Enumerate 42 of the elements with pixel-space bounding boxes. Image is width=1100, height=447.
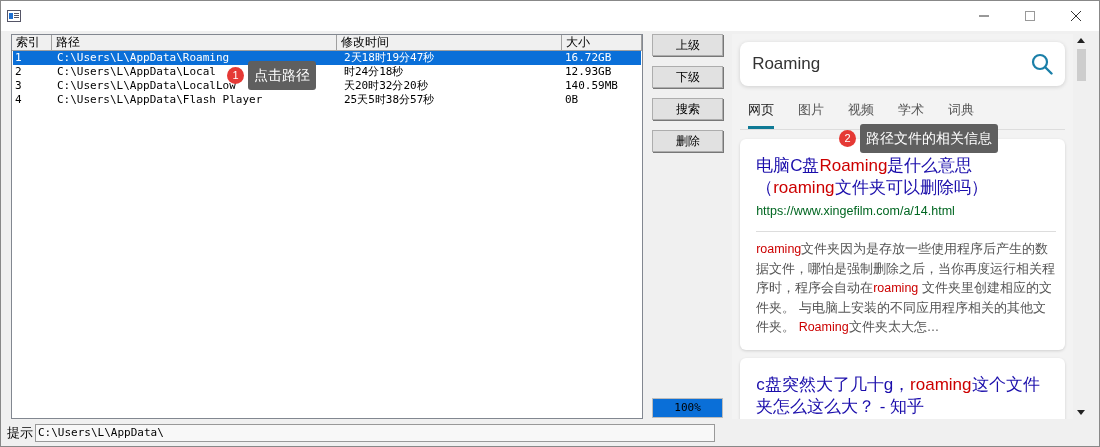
search-icon[interactable]	[1031, 53, 1054, 75]
table-cell: 140.59MB	[565, 79, 618, 92]
search-tab[interactable]: 图片	[798, 100, 825, 129]
search-field[interactable]: Roaming	[740, 42, 1066, 86]
column-header[interactable]: 修改时间	[337, 35, 562, 50]
scroll-thumb[interactable]	[1076, 49, 1086, 81]
action-button[interactable]: 删除	[652, 130, 724, 152]
callout-tooltip: 点击路径	[248, 61, 316, 90]
app-icon	[7, 10, 21, 22]
table-cell: 2天18时19分47秒	[344, 51, 435, 64]
table-cell: 3	[15, 79, 22, 92]
table-cell: C:\Users\L\AppData\Local	[57, 65, 216, 78]
status-label: 提示	[7, 424, 33, 443]
column-header[interactable]: 路径	[52, 35, 337, 50]
table-cell: 25天5时38分57秒	[344, 93, 435, 106]
table-cell: C:\Users\L\AppData\Flash Player	[57, 93, 263, 106]
table-cell: 4	[15, 93, 22, 106]
scroll-down-icon[interactable]	[1077, 410, 1086, 415]
table-cell: 2	[15, 65, 22, 78]
result-title[interactable]: c盘突然大了几十g，roaming这个文件夹怎么这么大？ - 知乎	[756, 373, 1047, 418]
column-header[interactable]: 大小	[562, 35, 642, 50]
action-button[interactable]: 上级	[652, 34, 724, 56]
action-button[interactable]: 下级	[652, 66, 724, 88]
table-cell: 16.72GB	[565, 51, 612, 64]
callout-tooltip: 路径文件的相关信息	[860, 124, 998, 153]
close-icon	[1071, 11, 1081, 21]
scroll-up-icon[interactable]	[1077, 38, 1086, 43]
maximize-icon	[1025, 11, 1035, 21]
table-cell: C:\Users\L\AppData\Roaming	[57, 51, 230, 64]
action-button[interactable]: 搜索	[652, 98, 724, 120]
table-cell: 天20时32分20秒	[344, 79, 428, 92]
result-url[interactable]: https://www.xingefilm.com/a/14.html	[756, 201, 1050, 221]
status-field: C:\Users\L\AppData\	[35, 424, 715, 442]
search-tab[interactable]: 网页	[748, 100, 775, 129]
table-cell: 0B	[565, 93, 579, 106]
table-cell: 时24分18秒	[344, 65, 404, 78]
progress-reading: 100%	[673, 399, 702, 416]
result-title[interactable]: 电脑C盘Roaming是什么意思（roaming文件夹可以删除吗）	[756, 154, 1047, 199]
table-cell: 1	[15, 51, 22, 64]
result-snippet: roaming文件夹因为是存放一些使用程序后产生的数据文件，哪怕是强制删除之后，当你再度运行相关程序时，程序会自动在roaming 文件夹里创建相应的文件夹。 与电脑上安装的不同应用程序相关的其他文件夹。 Roaming文件夹太大怎…	[756, 231, 1057, 338]
table-cell: 12.93GB	[565, 65, 612, 78]
column-header[interactable]: 索引	[12, 35, 52, 50]
